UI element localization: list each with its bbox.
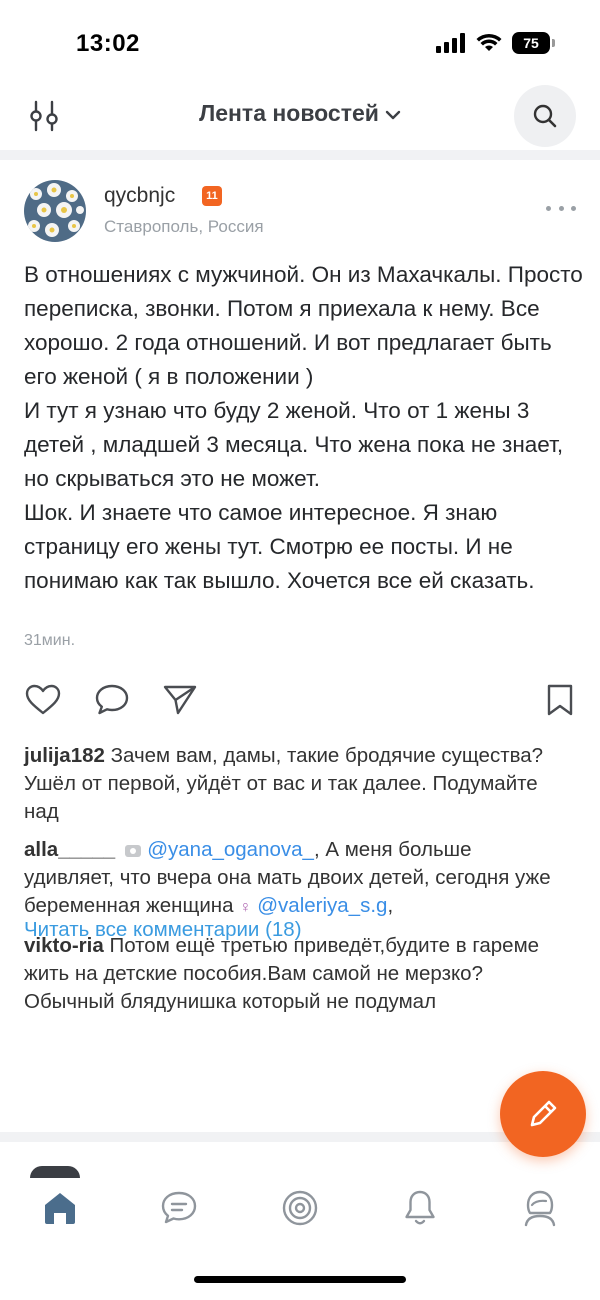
section-divider bbox=[0, 150, 600, 160]
home-icon bbox=[45, 1193, 75, 1224]
comment-icon bbox=[95, 684, 129, 715]
chevron-down-icon bbox=[385, 110, 401, 120]
more-dot bbox=[558, 205, 564, 211]
camera-icon bbox=[125, 844, 142, 857]
notifications-icon bbox=[405, 1190, 435, 1225]
read-all-comments-link[interactable]: Читать все комментарии (18) bbox=[24, 918, 302, 942]
like-button[interactable] bbox=[23, 680, 63, 720]
feed-title-label: Лента новостей bbox=[199, 100, 379, 126]
comment: alla_____ @yana_oganova_, А меня больше у… bbox=[24, 836, 564, 922]
create-post-button[interactable] bbox=[500, 1071, 586, 1157]
more-dot bbox=[546, 205, 551, 211]
feed-title[interactable]: Лента новостей bbox=[0, 100, 600, 127]
signal-icon bbox=[436, 33, 465, 53]
comment: julija182 Зачем вам, дамы, такие бродячи… bbox=[24, 742, 564, 826]
level-badge: 11 bbox=[202, 186, 222, 206]
bookmark-icon bbox=[547, 684, 573, 716]
avatar[interactable] bbox=[24, 180, 86, 242]
tab-profile[interactable] bbox=[518, 1186, 562, 1230]
avatar-image bbox=[24, 180, 86, 242]
share-icon bbox=[163, 685, 197, 715]
post-text: В отношениях с мужчиной. Он из Махачкалы… bbox=[24, 262, 583, 593]
tab-messages[interactable] bbox=[157, 1186, 201, 1230]
more-dot bbox=[571, 205, 576, 211]
battery-indicator: 75 bbox=[512, 32, 555, 54]
status-time: 13:02 bbox=[76, 30, 140, 57]
comment-text-tail: , bbox=[387, 894, 394, 917]
profile-icon bbox=[524, 1190, 556, 1227]
messages-icon bbox=[161, 1191, 197, 1224]
share-button[interactable] bbox=[160, 680, 200, 720]
tab-notifications[interactable] bbox=[398, 1186, 442, 1230]
comments-list: julija182 Зачем вам, дамы, такие бродячи… bbox=[24, 742, 564, 1026]
discover-icon bbox=[282, 1190, 318, 1226]
search-button[interactable] bbox=[514, 85, 576, 147]
comment-username[interactable]: alla_____ bbox=[24, 838, 115, 861]
comment-button[interactable] bbox=[92, 680, 132, 720]
bookmark-button[interactable] bbox=[540, 680, 580, 720]
feed-header: Лента новостей bbox=[0, 82, 600, 152]
mention-link[interactable]: @yana_oganova_ bbox=[147, 838, 314, 861]
pencil-icon bbox=[530, 1100, 557, 1127]
tab-discover[interactable] bbox=[278, 1186, 322, 1230]
comment: vikto-ria Потом ещё третью приведёт,буди… bbox=[24, 932, 564, 1016]
post-time: 31мин. bbox=[24, 632, 76, 649]
status-indicators: 75 bbox=[436, 32, 555, 54]
home-indicator bbox=[194, 1276, 406, 1283]
mention-link[interactable]: @valeriya_s.g bbox=[257, 894, 387, 917]
post-username[interactable]: qycbnjc bbox=[104, 184, 175, 208]
status-bar: 13:02 75 bbox=[0, 0, 600, 80]
comment-username[interactable]: julija182 bbox=[24, 744, 105, 767]
bottom-tab-bar bbox=[0, 1178, 600, 1248]
battery-level: 75 bbox=[523, 35, 539, 51]
search-icon bbox=[533, 104, 557, 128]
heart-icon bbox=[25, 684, 61, 715]
post-actions bbox=[0, 680, 600, 720]
more-options-button[interactable] bbox=[546, 198, 576, 218]
post-location: Ставрополь, Россия bbox=[104, 217, 264, 236]
wifi-icon bbox=[476, 33, 502, 51]
next-post-avatar bbox=[30, 1166, 80, 1178]
tab-home[interactable] bbox=[38, 1186, 82, 1230]
